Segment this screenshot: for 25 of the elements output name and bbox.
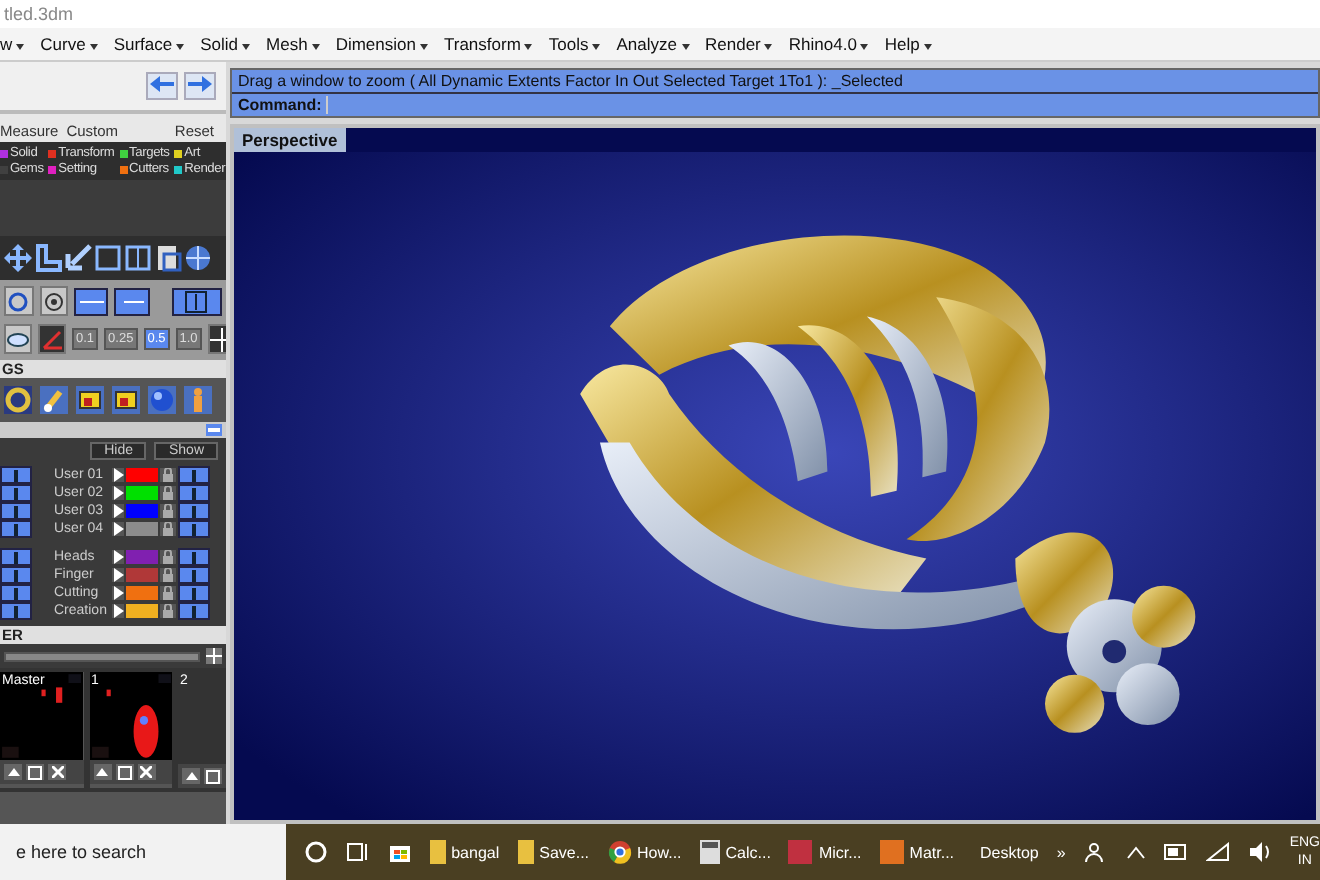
taskbar-app[interactable]: How... [607,840,682,864]
menu-item[interactable]: Render [705,34,773,54]
menu-item[interactable]: Curve [40,34,98,54]
taskbar-app[interactable]: Micr... [788,840,862,864]
menu-item[interactable]: Analyze [616,34,689,54]
menu-item[interactable]: Tools [548,34,601,54]
menu-item[interactable]: Surface [113,34,185,54]
taskbar-app[interactable]: Matr... [879,840,955,864]
more-button[interactable]: » [1056,843,1066,861]
taskbar-app[interactable]: Save... [517,840,590,864]
menu-item[interactable]: Rhino4.0 [788,34,869,54]
window-title: tled.3dm [4,4,74,24]
taskbar-app[interactable]: bangal [429,840,500,864]
menu-item[interactable]: Mesh [266,34,320,54]
desktop-toolbar[interactable]: Desktop [980,843,1039,861]
menu-item[interactable]: Help [884,34,932,54]
command-prompt: Drag a window to zoom ( All Dynamic Extents Factor In Out Selected Target 1To1 ): _Selected [232,70,1318,94]
viewport-tab[interactable]: Perspective [234,128,346,152]
command-label: Command: [238,96,322,114]
menu-item[interactable]: Solid [200,34,251,54]
taskbar-app[interactable]: Calc... [699,840,771,864]
menu-item[interactable]: Dimension [335,34,428,54]
menu-item[interactable]: Transform [443,34,533,54]
search-field[interactable]: e here to search [0,824,286,880]
menu-item[interactable]: w [0,34,25,54]
